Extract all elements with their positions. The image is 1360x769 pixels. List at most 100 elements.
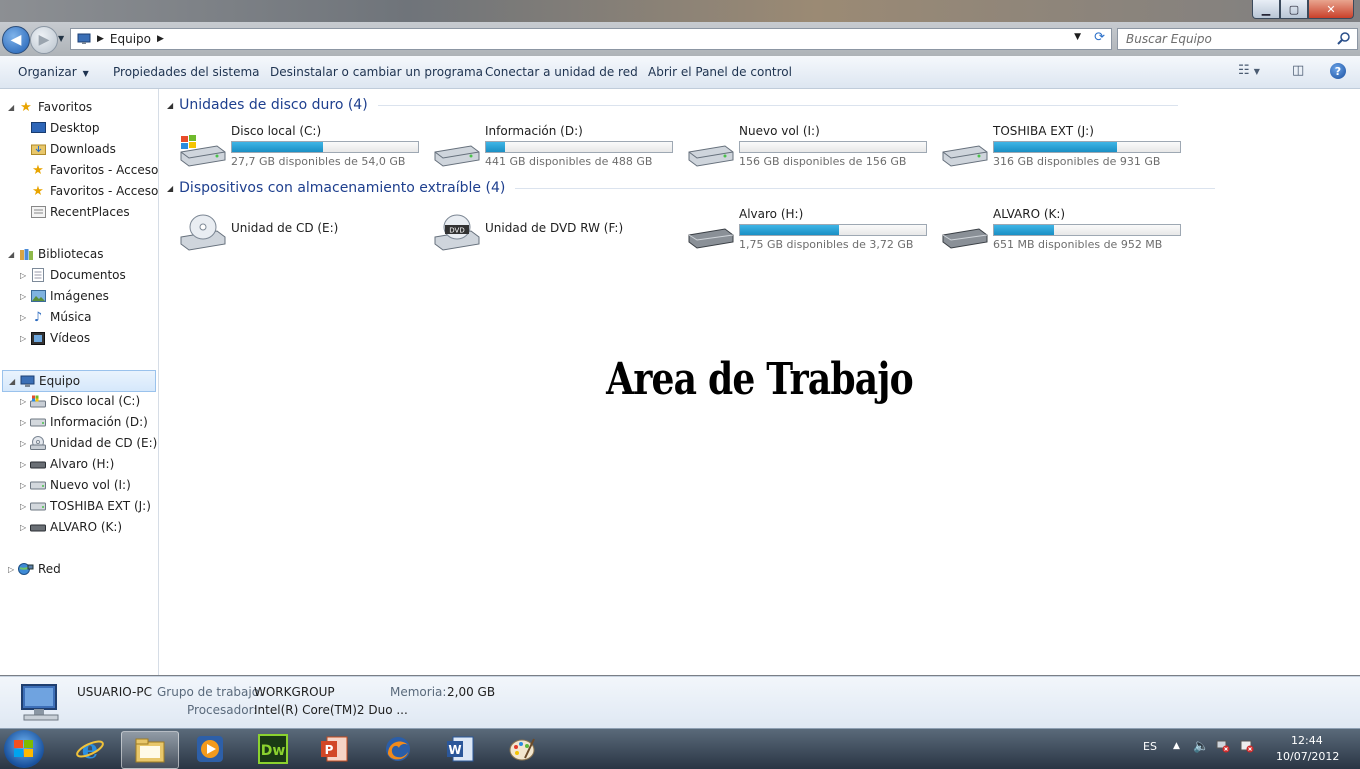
address-bar[interactable]: ▶ Equipo ▶ ▼ ⟳	[70, 28, 1112, 50]
nav-computer[interactable]: ◢ Equipo	[2, 370, 156, 392]
breadcrumb-separator-icon[interactable]: ▶	[157, 34, 164, 44]
taskbar-word[interactable]: W	[432, 731, 488, 767]
collapse-arrow-icon[interactable]: ▷	[20, 397, 30, 406]
collapse-group-icon[interactable]: ◢	[167, 184, 173, 193]
nav-item-favorites-shortcut[interactable]: ★ Favoritos - Acceso d	[30, 181, 158, 201]
nav-item-drive-h[interactable]: ▷ Alvaro (H:)	[20, 454, 114, 474]
open-control-panel-button[interactable]: Abrir el Panel de control	[648, 65, 792, 79]
nav-item-drive-e[interactable]: ▷ Unidad de CD (E:)	[20, 433, 157, 453]
start-button[interactable]	[4, 730, 44, 768]
search-input[interactable]: Buscar Equipo	[1126, 32, 1212, 46]
network-status-icon[interactable]	[1216, 739, 1230, 756]
internet-explorer-icon: e	[76, 735, 104, 764]
collapse-arrow-icon[interactable]: ▷	[20, 502, 30, 511]
collapse-arrow-icon[interactable]: ▷	[20, 481, 30, 490]
expand-arrow-icon[interactable]: ◢	[9, 377, 19, 386]
expand-arrow-icon[interactable]: ◢	[8, 250, 18, 259]
cd-drive-icon	[30, 435, 46, 451]
nav-libraries[interactable]: ◢ Bibliotecas	[8, 244, 103, 264]
drive-usage-fill	[994, 225, 1054, 235]
nav-item-label: Vídeos	[50, 331, 91, 345]
preview-pane-button[interactable]: ◫	[1292, 63, 1304, 78]
minimize-button[interactable]: ▁	[1252, 0, 1280, 19]
collapse-arrow-icon[interactable]: ▷	[20, 460, 30, 469]
collapse-arrow-icon[interactable]: ▷	[20, 271, 30, 280]
nav-item-documents[interactable]: ▷ Documentos	[20, 265, 126, 285]
nav-item-favorites-shortcut[interactable]: ★ Favoritos - Acceso d	[30, 160, 158, 180]
drive-free-space: 651 MB disponibles de 952 MB	[993, 238, 1163, 251]
drive-j[interactable]: TOSHIBA EXT (J:) 316 GB disponibles de 9…	[939, 124, 1189, 168]
drive-usage-bar	[993, 224, 1181, 236]
search-icon[interactable]	[1337, 31, 1351, 45]
nav-network[interactable]: ▷ Red	[8, 559, 61, 579]
collapse-arrow-icon[interactable]: ▷	[20, 292, 30, 301]
nav-item-recentplaces[interactable]: RecentPlaces	[30, 202, 130, 222]
drive-i[interactable]: Nuevo vol (I:) 156 GB disponibles de 156…	[685, 124, 935, 168]
nav-favorites[interactable]: ◢ ★ Favoritos	[8, 97, 92, 117]
map-network-drive-button[interactable]: Conectar a unidad de red	[485, 65, 638, 79]
close-button[interactable]: ✕	[1308, 0, 1354, 19]
help-button[interactable]: ?	[1330, 63, 1346, 79]
recent-pages-dropdown[interactable]: ▼	[58, 34, 64, 43]
forward-button[interactable]: ▶	[30, 26, 58, 54]
maximize-button[interactable]: ▢	[1280, 0, 1308, 19]
nav-item-desktop[interactable]: Desktop	[30, 118, 100, 138]
nav-item-drive-c[interactable]: ▷ Disco local (C:)	[20, 391, 140, 411]
nav-item-videos[interactable]: ▷ Vídeos	[20, 328, 90, 348]
refresh-icon[interactable]: ⟳	[1094, 30, 1105, 45]
breadcrumb-separator-icon[interactable]: ▶	[97, 34, 104, 44]
breadcrumb-equipo[interactable]: Equipo	[110, 32, 151, 46]
drive-d[interactable]: Información (D:) 441 GB disponibles de 4…	[431, 124, 681, 168]
collapse-group-icon[interactable]: ◢	[167, 101, 173, 110]
taskbar-media-player[interactable]	[182, 731, 238, 767]
address-history-dropdown[interactable]: ▼	[1074, 32, 1081, 42]
system-properties-button[interactable]: Propiedades del sistema	[113, 65, 260, 79]
view-options-icon: ☷	[1238, 63, 1250, 78]
cd-drive-icon	[180, 214, 226, 251]
drive-f[interactable]: DVD Unidad de DVD RW (F:)	[431, 207, 681, 251]
drive-e[interactable]: Unidad de CD (E:)	[177, 207, 427, 251]
taskbar-paint[interactable]	[494, 731, 550, 767]
drive-k[interactable]: ALVARO (K:) 651 MB disponibles de 952 MB	[939, 207, 1189, 251]
taskbar-dreamweaver[interactable]: Dw	[245, 731, 301, 767]
action-center-icon[interactable]	[1240, 739, 1254, 756]
back-arrow-icon: ◀	[10, 32, 22, 48]
show-hidden-icons-button[interactable]: ▲	[1173, 741, 1180, 751]
drive-usage-fill	[740, 225, 839, 235]
drive-c[interactable]: Disco local (C:) 27,7 GB disponibles de …	[177, 124, 427, 168]
uninstall-program-button[interactable]: Desinstalar o cambiar un programa	[270, 65, 483, 79]
collapse-arrow-icon[interactable]: ▷	[20, 523, 30, 532]
search-box[interactable]: Buscar Equipo	[1117, 28, 1358, 50]
chevron-up-icon: ▲	[1173, 741, 1180, 751]
group-header-hard-drives[interactable]: ◢ Unidades de disco duro (4)	[167, 97, 1178, 113]
clock-time[interactable]: 12:44	[1291, 734, 1323, 747]
collapse-arrow-icon[interactable]: ▷	[20, 313, 30, 322]
back-button[interactable]: ◀	[2, 26, 30, 54]
drive-h[interactable]: Alvaro (H:) 1,75 GB disponibles de 3,72 …	[685, 207, 935, 251]
collapse-arrow-icon[interactable]: ▷	[20, 418, 30, 427]
language-indicator[interactable]: ES	[1143, 740, 1157, 753]
nav-item-drive-j[interactable]: ▷ TOSHIBA EXT (J:)	[20, 496, 151, 516]
collapse-arrow-icon[interactable]: ▷	[20, 439, 30, 448]
taskbar-powerpoint[interactable]: P	[306, 731, 362, 767]
collapse-arrow-icon[interactable]: ▷	[8, 565, 18, 574]
chevron-down-icon: ▼	[1253, 67, 1260, 76]
taskbar-internet-explorer[interactable]: e	[62, 731, 118, 767]
nav-item-drive-k[interactable]: ▷ ALVARO (K:)	[20, 517, 122, 537]
expand-arrow-icon[interactable]: ◢	[8, 103, 18, 112]
taskbar-firefox[interactable]	[370, 731, 426, 767]
nav-item-music[interactable]: ▷ ♪ Música	[20, 307, 92, 327]
group-header-removable[interactable]: ◢ Dispositivos con almacenamiento extraíb…	[167, 180, 1216, 196]
nav-item-downloads[interactable]: Downloads	[30, 139, 116, 159]
drive-name: Unidad de DVD RW (F:)	[485, 221, 624, 235]
nav-item-pictures[interactable]: ▷ Imágenes	[20, 286, 109, 306]
nav-item-drive-i[interactable]: ▷ Nuevo vol (I:)	[20, 475, 131, 495]
volume-icon[interactable]: 🔈	[1193, 739, 1209, 754]
organize-button[interactable]: Organizar ▼	[18, 65, 89, 79]
videos-icon	[30, 330, 46, 346]
clock-date[interactable]: 10/07/2012	[1276, 750, 1339, 763]
collapse-arrow-icon[interactable]: ▷	[20, 334, 30, 343]
nav-item-drive-d[interactable]: ▷ Información (D:)	[20, 412, 148, 432]
change-view-button[interactable]: ☷ ▼	[1238, 63, 1260, 78]
taskbar-explorer[interactable]	[121, 731, 179, 769]
